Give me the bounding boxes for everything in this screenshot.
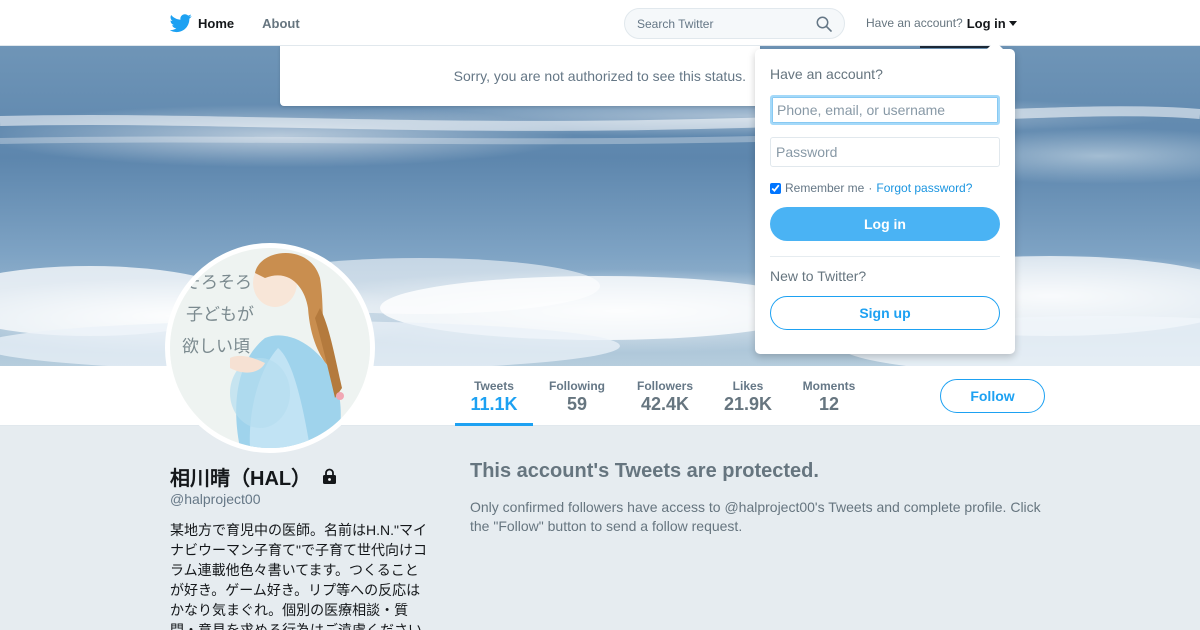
login-dropdown: Have an account? Remember me · Forgot pa… [755, 41, 1015, 354]
stat-moments[interactable]: Moments 12 [798, 366, 860, 426]
stat-following[interactable]: Following 59 [543, 366, 611, 426]
stat-value: 42.4K [640, 394, 690, 414]
login-heading: Have an account? [770, 66, 883, 82]
status-unauthorized-notice: Sorry, you are not authorized to see thi… [280, 46, 760, 106]
stat-tweets[interactable]: Tweets 11.1K [455, 366, 533, 426]
stat-value: 59 [566, 394, 588, 414]
nav-home-link[interactable]: Home [170, 12, 234, 34]
avatar-text-line: そろそろ [184, 273, 252, 293]
twitter-bird-icon [170, 14, 192, 33]
protected-title: This account's Tweets are protected. [470, 460, 819, 482]
signup-button[interactable]: Sign up [770, 296, 1000, 330]
avatar[interactable]: そろそろ 子どもが 欲しい頃 [165, 243, 375, 453]
search-box[interactable] [624, 8, 845, 39]
password-field[interactable] [770, 137, 1000, 167]
login-button[interactable]: Log in [770, 207, 1000, 241]
login-dropdown-toggle[interactable]: Log in [967, 16, 1017, 31]
stat-label: Followers [636, 379, 693, 393]
lock-icon [323, 468, 337, 484]
profile-name: 相川晴（HAL） [170, 462, 338, 491]
stat-label: Following [549, 379, 605, 393]
stat-label: Likes [732, 379, 764, 393]
search-input[interactable] [637, 16, 807, 31]
nav-left: Home About [170, 0, 328, 46]
forgot-password-link[interactable]: Forgot password? [876, 181, 972, 195]
profile-handle[interactable]: @halproject00 [170, 491, 261, 507]
stat-label: Tweets [474, 379, 514, 393]
avatar-illustration: そろそろ 子どもが 欲しい頃 [170, 248, 370, 448]
profile-name-text: 相川晴（HAL） [170, 468, 312, 490]
account-area: Have an account? Log in [866, 0, 1017, 46]
stat-followers[interactable]: Followers 42.4K [630, 366, 700, 426]
search-icon[interactable] [816, 16, 832, 32]
login-link-label: Log in [966, 15, 1006, 31]
separator: · [868, 181, 873, 195]
follow-button[interactable]: Follow [940, 379, 1045, 413]
protected-description: Only confirmed followers have access to … [470, 499, 1041, 534]
account-prompt: Have an account? [866, 16, 963, 30]
remember-me-label[interactable]: Remember me [785, 181, 864, 195]
new-to-twitter-prompt: New to Twitter? [770, 268, 867, 284]
stat-value: 12 [818, 394, 840, 414]
chevron-down-icon [1008, 20, 1017, 26]
avatar-text-line: 子どもが [186, 305, 254, 325]
stat-likes[interactable]: Likes 21.9K [718, 366, 778, 426]
stat-value: 11.1K [470, 394, 518, 414]
remember-row: Remember me · Forgot password? [770, 181, 1000, 195]
avatar-text-line: 欲しい頃 [182, 337, 250, 357]
remember-me-checkbox[interactable] [770, 182, 781, 194]
stat-label: Moments [802, 379, 856, 393]
username-field[interactable] [770, 95, 1000, 125]
top-navigation-bar: Home About Have an account? Log in [0, 0, 1200, 46]
divider [770, 256, 1000, 257]
profile-bio: 某地方で育児中の医師。名前はH.N."マイナビウーマン子育て"で子育て世代向けコ… [170, 522, 427, 630]
stat-value: 21.9K [723, 394, 773, 414]
dropdown-anchor-bar [920, 46, 990, 48]
nav-home-label: Home [198, 15, 235, 31]
nav-about-link[interactable]: About [262, 16, 300, 31]
